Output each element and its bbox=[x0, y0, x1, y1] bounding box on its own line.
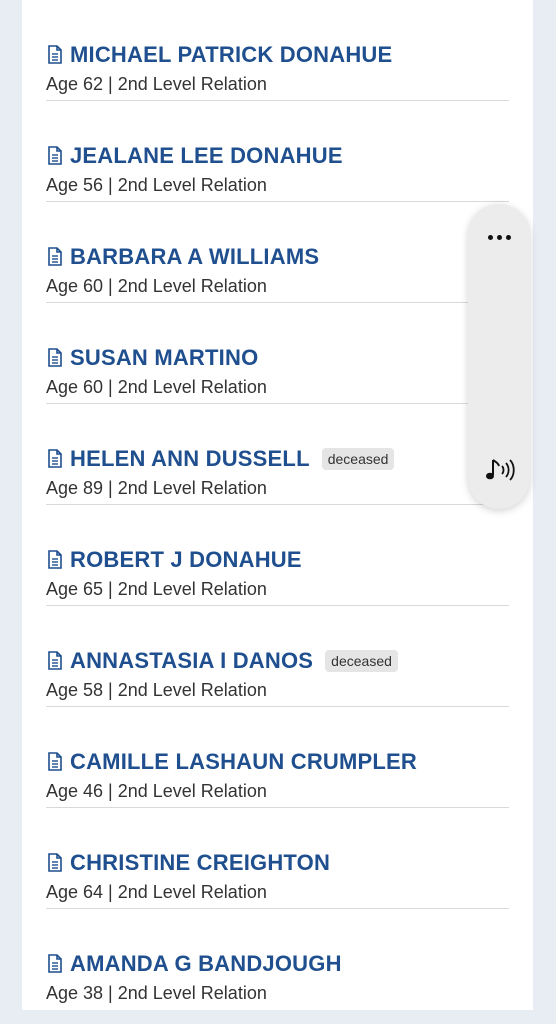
person-meta: Age 46 | 2nd Level Relation bbox=[46, 781, 267, 801]
person-meta: Age 89 | 2nd Level Relation bbox=[46, 478, 267, 498]
document-icon bbox=[48, 45, 62, 64]
document-icon bbox=[48, 550, 62, 569]
list-item[interactable]: CHRISTINE CREIGHTON Age 64 | 2nd Level R… bbox=[46, 808, 509, 909]
document-icon bbox=[48, 651, 62, 670]
document-icon bbox=[48, 853, 62, 872]
person-name[interactable]: HELEN ANN DUSSELL bbox=[70, 446, 310, 472]
person-meta: Age 56 | 2nd Level Relation bbox=[46, 175, 267, 195]
floating-toolbar bbox=[468, 204, 530, 509]
list-item[interactable]: ROBERT J DONAHUE Age 65 | 2nd Level Rela… bbox=[46, 505, 509, 606]
name-row: ANNASTASIA I DANOS deceased bbox=[46, 648, 398, 674]
document-icon bbox=[48, 752, 62, 771]
list-item[interactable]: AMANDA G BANDJOUGH Age 38 | 2nd Level Re… bbox=[46, 909, 509, 1010]
person-meta: Age 62 | 2nd Level Relation bbox=[46, 74, 267, 94]
person-name[interactable]: ANNASTASIA I DANOS bbox=[70, 648, 313, 674]
person-name[interactable]: MICHAEL PATRICK DONAHUE bbox=[70, 42, 392, 68]
name-row: JEALANE LEE DONAHUE bbox=[46, 143, 343, 169]
person-meta: Age 64 | 2nd Level Relation bbox=[46, 882, 267, 902]
list-item[interactable]: MICHAEL PATRICK DONAHUE Age 62 | 2nd Lev… bbox=[46, 0, 509, 101]
list-item[interactable]: JEALANE LEE DONAHUE Age 56 | 2nd Level R… bbox=[46, 101, 509, 202]
deceased-badge: deceased bbox=[321, 448, 395, 470]
name-row: SUSAN MARTINO bbox=[46, 345, 258, 371]
more-button[interactable] bbox=[468, 214, 530, 260]
name-row: ROBERT J DONAHUE bbox=[46, 547, 302, 573]
list-item[interactable]: BARBARA A WILLIAMS Age 60 | 2nd Level Re… bbox=[46, 202, 509, 303]
list-item[interactable]: HELEN ANN DUSSELL deceased Age 89 | 2nd … bbox=[46, 404, 509, 505]
document-icon bbox=[48, 247, 62, 266]
name-row: BARBARA A WILLIAMS bbox=[46, 244, 319, 270]
list-item[interactable]: SUSAN MARTINO Age 60 | 2nd Level Relatio… bbox=[46, 303, 509, 404]
person-name[interactable]: AMANDA G BANDJOUGH bbox=[70, 951, 342, 977]
document-icon bbox=[48, 449, 62, 468]
results-card: MICHAEL PATRICK DONAHUE Age 62 | 2nd Lev… bbox=[22, 0, 533, 1010]
person-meta: Age 38 | 2nd Level Relation bbox=[46, 983, 267, 1003]
person-name[interactable]: SUSAN MARTINO bbox=[70, 345, 258, 371]
name-row: HELEN ANN DUSSELL deceased bbox=[46, 446, 395, 472]
document-icon bbox=[48, 146, 62, 165]
document-icon bbox=[48, 348, 62, 367]
person-name[interactable]: ROBERT J DONAHUE bbox=[70, 547, 302, 573]
person-meta: Age 65 | 2nd Level Relation bbox=[46, 579, 267, 599]
person-meta: Age 60 | 2nd Level Relation bbox=[46, 276, 267, 296]
deceased-badge: deceased bbox=[325, 650, 398, 672]
person-meta: Age 58 | 2nd Level Relation bbox=[46, 680, 267, 700]
audio-icon bbox=[486, 459, 515, 481]
name-row: MICHAEL PATRICK DONAHUE bbox=[46, 42, 392, 68]
audio-button[interactable] bbox=[468, 447, 530, 495]
person-name[interactable]: JEALANE LEE DONAHUE bbox=[70, 143, 343, 169]
document-icon bbox=[48, 954, 62, 973]
person-name[interactable]: CAMILLE LASHAUN CRUMPLER bbox=[70, 749, 417, 775]
list-item[interactable]: ANNASTASIA I DANOS deceased Age 58 | 2nd… bbox=[46, 606, 509, 707]
more-icon bbox=[486, 234, 513, 240]
person-name[interactable]: CHRISTINE CREIGHTON bbox=[70, 850, 330, 876]
person-meta: Age 60 | 2nd Level Relation bbox=[46, 377, 267, 397]
name-row: CAMILLE LASHAUN CRUMPLER bbox=[46, 749, 417, 775]
person-name[interactable]: BARBARA A WILLIAMS bbox=[70, 244, 319, 270]
name-row: CHRISTINE CREIGHTON bbox=[46, 850, 330, 876]
name-row: AMANDA G BANDJOUGH bbox=[46, 951, 342, 977]
list-item[interactable]: CAMILLE LASHAUN CRUMPLER Age 46 | 2nd Le… bbox=[46, 707, 509, 808]
